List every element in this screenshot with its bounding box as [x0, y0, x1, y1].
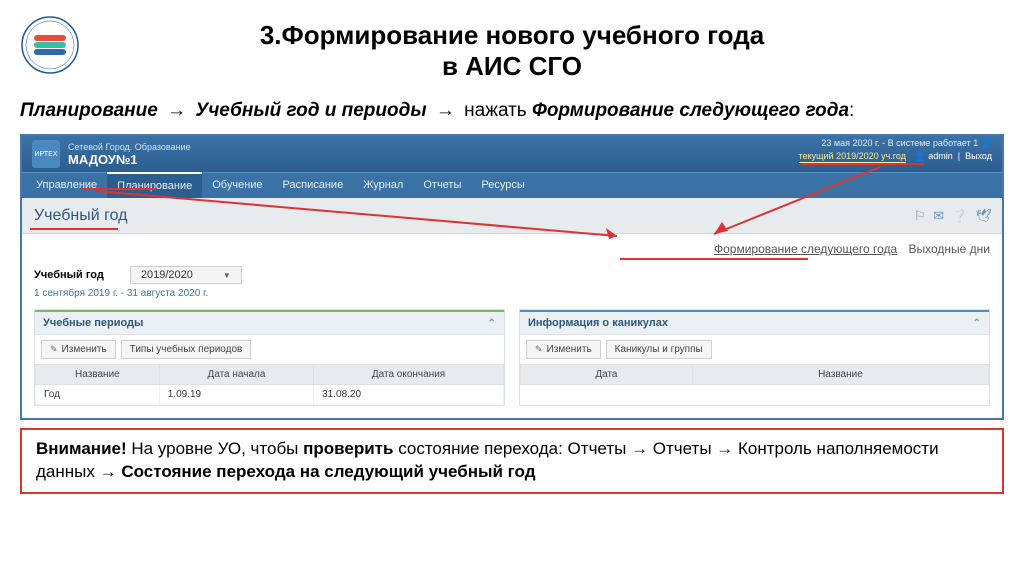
periods-table: Название Дата начала Дата окончания Год … [35, 364, 504, 405]
menu-raspisanie[interactable]: Расписание [273, 173, 354, 198]
btn-period-types[interactable]: Типы учебных периодов [121, 340, 252, 359]
menu-otchety[interactable]: Отчеты [413, 173, 471, 198]
user-icon: 👤 [914, 151, 925, 161]
app-topbar: ИРТЕХ Сетевой Город. Образование МАДОУ№1… [22, 136, 1002, 172]
bird-icon[interactable]: 🕊 [975, 208, 992, 223]
col-date: Дата [521, 365, 693, 385]
col-start: Дата начала [159, 365, 313, 385]
btn-edit-periods[interactable]: ✎ Изменить [41, 340, 116, 359]
mail-icon[interactable]: ✉ [933, 208, 944, 223]
app-menu: Управление Планирование Обучение Расписа… [22, 172, 1002, 198]
user-name[interactable]: admin [928, 151, 953, 161]
breadcrumb-instruction: Планирование → Учебный год и периоды → н… [0, 92, 1024, 130]
btn-holiday-groups[interactable]: Каникулы и группы [606, 340, 712, 359]
col-end: Дата окончания [314, 365, 504, 385]
attention-box: Внимание! На уровне УО, чтобы проверить … [20, 428, 1004, 494]
pencil-icon: ✎ [535, 344, 543, 355]
highlight-underline-menu [82, 188, 156, 190]
menu-jurnal[interactable]: Журнал [353, 173, 413, 198]
holidays-table: Дата Название [520, 364, 989, 385]
section-title: Учебный год [34, 207, 127, 225]
logout-link[interactable]: Выход [965, 151, 992, 161]
link-weekends[interactable]: Выходные дни [909, 242, 991, 256]
help-icon[interactable]: ❔ [952, 208, 968, 223]
app-logo-icon: ИРТЕХ [32, 140, 60, 168]
flag-icon[interactable]: ⚐ [914, 208, 926, 223]
section-icons: ⚐ ✉ ❔ 🕊 [910, 208, 992, 224]
col-name: Название [36, 365, 160, 385]
app-screenshot: ИРТЕХ Сетевой Город. Образование МАДОУ№1… [20, 134, 1004, 420]
link-form-next-year[interactable]: Формирование следующего года [714, 242, 897, 256]
chevron-up-icon: ⌃ [488, 318, 496, 329]
year-label: Учебный год [34, 269, 104, 281]
panel-uchebnye-periody: Учебные периоды ⌃ ✎ Изменить Типы учебны… [34, 309, 505, 406]
menu-obuchenie[interactable]: Обучение [202, 173, 272, 198]
panel-info-kanikuly: Информация о каникулах ⌃ ✎ Изменить Кани… [519, 309, 990, 406]
highlight-underline-section [30, 228, 118, 230]
highlight-underline-year [802, 163, 924, 165]
chevron-up-icon: ⌃ [973, 318, 981, 329]
pencil-icon: ✎ [50, 344, 58, 355]
table-row: Год 1.09.19 31.08.20 [36, 385, 504, 405]
menu-resursy[interactable]: Ресурсы [471, 173, 534, 198]
btn-edit-holidays[interactable]: ✎ Изменить [526, 340, 601, 359]
panel1-header[interactable]: Учебные периоды ⌃ [35, 310, 504, 335]
date-info: 23 мая 2020 г. - В системе работает 1 👤 [799, 138, 992, 149]
year-select[interactable]: 2019/2020 [130, 266, 242, 284]
year-dates: 1 сентября 2019 г. - 31 августа 2020 г. [34, 288, 990, 299]
app-subtitle: Сетевой Город. Образование [68, 142, 191, 152]
menu-planirovanie[interactable]: Планирование [107, 172, 202, 198]
slide-logo-icon [20, 15, 80, 75]
slide-title: 3.Формирование нового учебного года в АИ… [60, 20, 964, 82]
col-hname: Название [692, 365, 988, 385]
current-year-indicator[interactable]: текущий 2019/2020 уч.год [799, 151, 906, 163]
menu-upravlenie[interactable]: Управление [26, 173, 107, 198]
panel2-header[interactable]: Информация о каникулах ⌃ [520, 310, 989, 335]
people-icon: 👤 [981, 138, 992, 148]
section-bar: Учебный год ⚐ ✉ ❔ 🕊 [22, 198, 1002, 234]
highlight-underline-link [620, 258, 808, 260]
app-name: МАДОУ№1 [68, 152, 191, 167]
